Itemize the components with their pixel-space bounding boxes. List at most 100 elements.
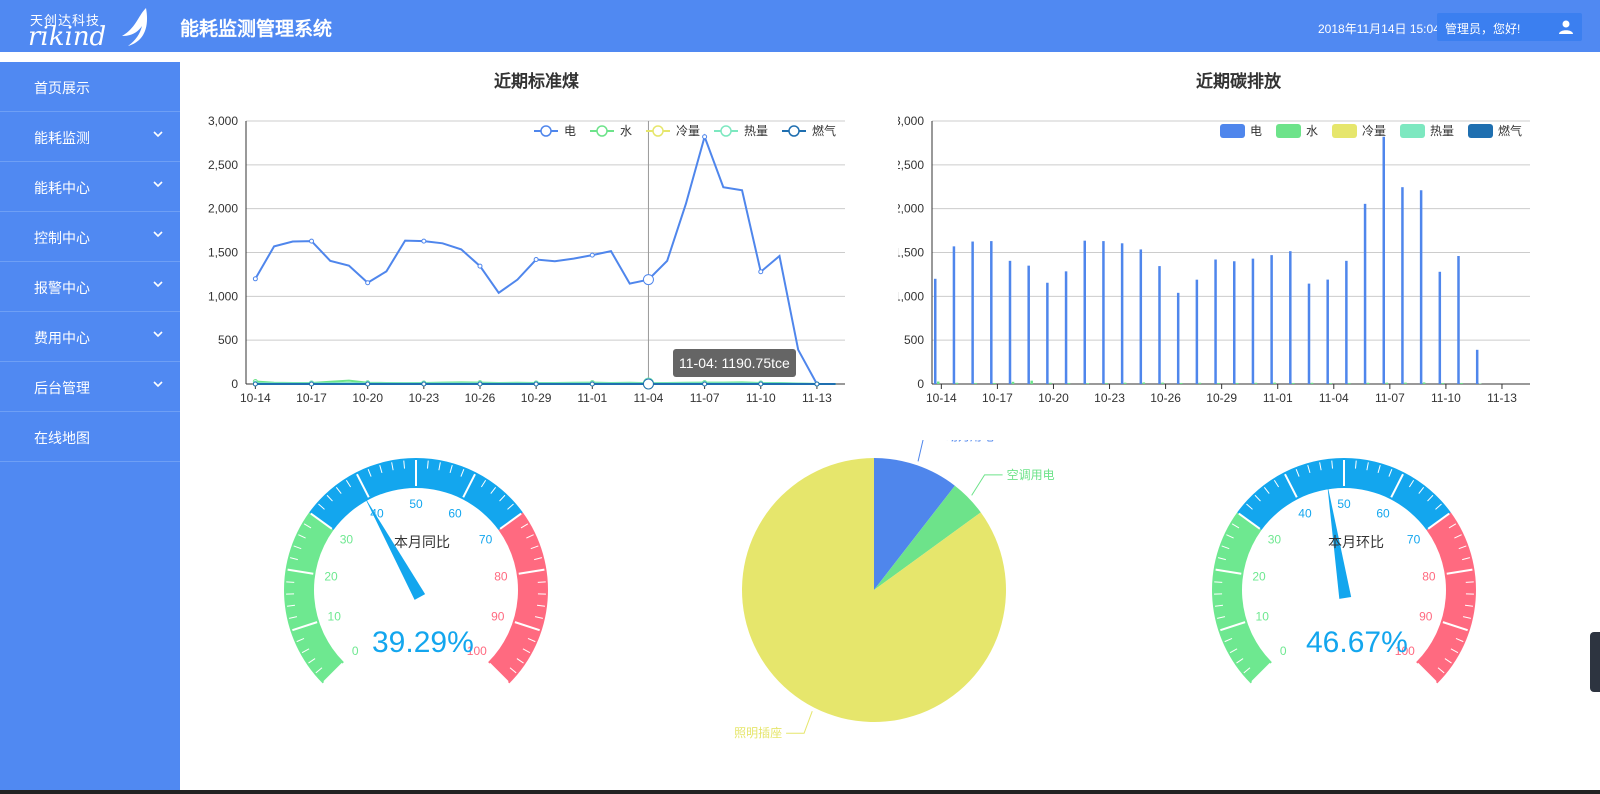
chart-tooltip: 11-04: 1190.75tce (673, 349, 796, 377)
gauge-tick-label: 40 (1298, 506, 1312, 520)
bar (1457, 256, 1460, 384)
bar (1251, 258, 1255, 384)
legend-label: 冷量 (676, 124, 700, 138)
bar (1441, 382, 1445, 384)
bar (955, 382, 959, 384)
bar-chart[interactable]: 0 500 1,000 1,500 2,000 2,500 3,000 10-14 10-17 1… (898, 110, 1568, 420)
data-point (814, 381, 820, 387)
x-tick-label: 10-26 (1150, 391, 1181, 405)
pie-label: 空调用电 (1007, 468, 1055, 482)
gauge-yoy-value: 39.29% (372, 626, 474, 659)
sidebar-item-energy-center[interactable]: 能耗中心 (0, 162, 180, 212)
bar (937, 381, 940, 384)
legend-label: 燃气 (812, 123, 836, 138)
bar (1064, 271, 1068, 384)
legend-marker (1332, 124, 1357, 138)
x-tick-label: 10-14 (926, 391, 957, 405)
x-tick-label: 10-29 (1206, 391, 1237, 405)
gauge-tick-label: 90 (1419, 610, 1433, 624)
bar (1326, 279, 1329, 384)
gauge-tick (286, 581, 295, 583)
gauge-band-red (488, 512, 548, 684)
legend-label: 燃气 (1498, 123, 1522, 138)
gauge-band-red (1416, 512, 1476, 684)
bar (1214, 259, 1217, 384)
bar (1404, 382, 1407, 384)
sidebar-item-control-center[interactable]: 控制中心 (0, 212, 180, 262)
sidebar-item-energy-monitoring[interactable]: 能耗监测 (0, 112, 180, 162)
data-point (252, 276, 258, 282)
gauge-tick-label: 70 (1407, 532, 1421, 546)
legend-label: 热量 (744, 124, 768, 138)
bar-chart-title: 近期碳排放 (1196, 72, 1281, 91)
x-tick-label: 10-17 (296, 391, 327, 405)
legend-marker (652, 125, 664, 137)
legend-marker (788, 125, 800, 137)
legend-marker (596, 125, 608, 137)
bar (1289, 251, 1292, 384)
y-tick-label: 1,000 (208, 289, 238, 303)
bar (1385, 382, 1388, 384)
gauge-tick (537, 581, 546, 583)
x-tick-label: 10-23 (408, 391, 439, 405)
x-tick-label: 11-10 (746, 391, 776, 405)
bar (974, 382, 977, 384)
top-header: 天创达科技 rikind 能耗监测管理系统 2018年11月14日 15:04 … (0, 0, 1600, 52)
data-point (421, 381, 427, 387)
data-point (642, 378, 654, 390)
sidebar-item-cost-center[interactable]: 费用中心 (0, 312, 180, 362)
bar (1030, 380, 1033, 384)
sidebar-item-alarm-center[interactable]: 报警中心 (0, 262, 180, 312)
side-scroll-handle[interactable] (1590, 632, 1600, 692)
x-tick-label: 10-20 (352, 391, 383, 405)
data-point (758, 269, 764, 275)
bar (1307, 283, 1311, 384)
x-tick-label: 11-04 (634, 391, 664, 405)
legend-marker (540, 125, 552, 137)
bar (1179, 382, 1183, 384)
bar (1363, 203, 1367, 384)
gauge-tick-label: 0 (352, 644, 359, 658)
bar (1310, 382, 1314, 384)
data-point (533, 257, 539, 263)
y-tick-label: 1,500 (898, 246, 924, 260)
bar (1083, 240, 1086, 384)
x-tick-label: 10-20 (1038, 391, 1069, 405)
chevron-down-icon (153, 231, 163, 238)
data-point (589, 381, 595, 387)
gauge-tick-label: 80 (1422, 570, 1436, 584)
gauge-tick-label: 30 (1268, 532, 1282, 546)
gauge-band-green (284, 512, 344, 684)
sidebar-item-online-map[interactable]: 在线地图 (0, 412, 180, 462)
x-tick-label: 10-23 (1094, 391, 1125, 405)
bar (1329, 383, 1332, 384)
x-tick-label: 10-17 (982, 391, 1013, 405)
y-tick-label: 2,500 (898, 158, 924, 172)
data-point (252, 381, 258, 387)
sidebar-item-label: 后台管理 (34, 380, 90, 396)
gauge-mom-value: 46.67% (1306, 626, 1408, 659)
gauge-tick (1214, 581, 1223, 583)
gauge-tick-label: 20 (1252, 570, 1266, 584)
pie-chart[interactable]: 动力用电空调用电照明插座 (720, 440, 1080, 750)
data-point (309, 238, 315, 244)
bar (1292, 382, 1295, 384)
sidebar-nav: 首页展示 能耗监测 能耗中心 控制中心 报警中心 费用中心 后台管理 在线地图 (0, 62, 180, 794)
bar (1419, 190, 1423, 384)
sidebar-item-label: 在线地图 (34, 430, 90, 446)
bar (1345, 260, 1348, 384)
bottom-border (0, 790, 1600, 794)
bar (1176, 292, 1180, 384)
bar (971, 241, 974, 384)
legend-label: 水 (620, 124, 632, 138)
gauge-tick-label: 60 (1376, 506, 1390, 520)
user-menu[interactable]: 管理员，您好! (1437, 13, 1582, 41)
sidebar-item-admin[interactable]: 后台管理 (0, 362, 180, 412)
bar (1120, 243, 1124, 384)
user-greeting: 管理员，您好! (1445, 22, 1521, 36)
sidebar-item-home[interactable]: 首页展示 (0, 62, 180, 112)
user-icon[interactable] (1558, 19, 1574, 35)
sidebar-item-label: 能耗监测 (34, 130, 90, 146)
data-point (702, 134, 708, 140)
y-tick-label: 2,500 (208, 158, 238, 172)
